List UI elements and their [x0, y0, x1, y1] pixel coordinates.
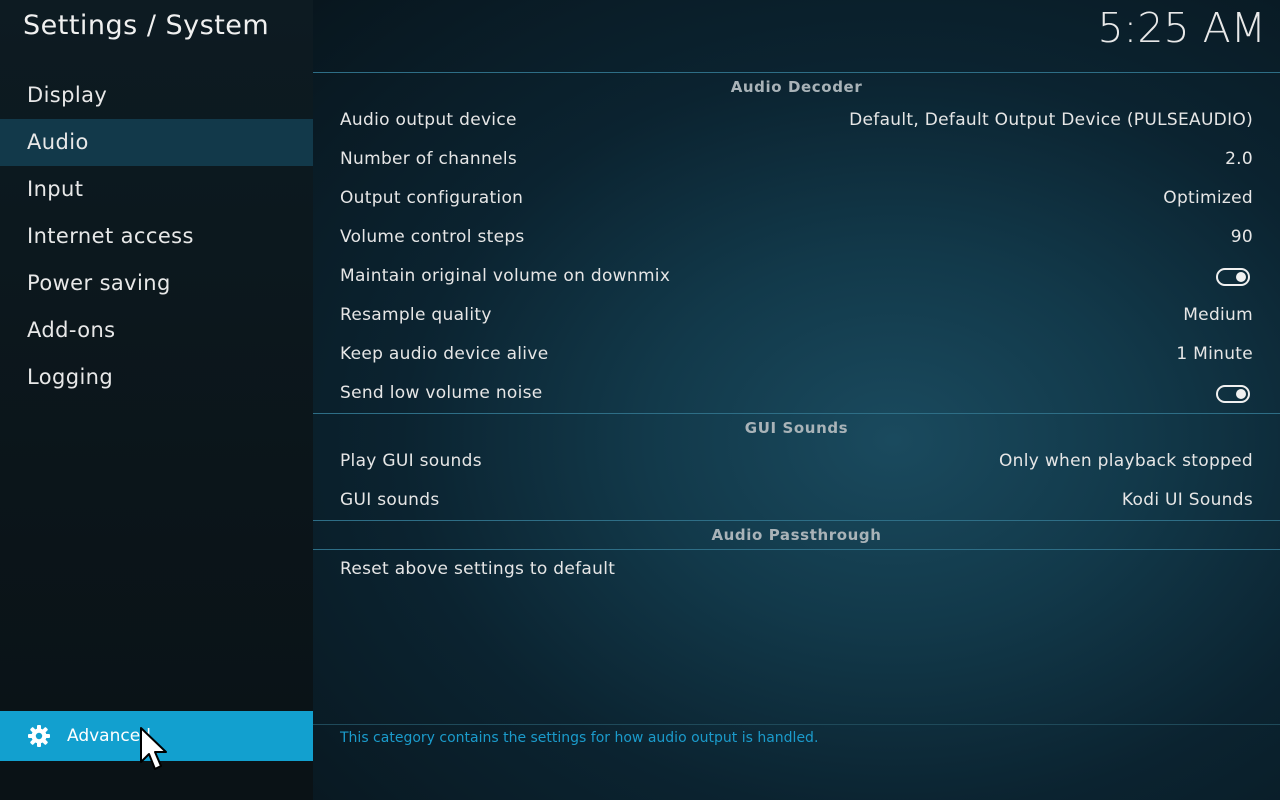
setting-reset-to-default[interactable]: Reset above settings to default: [313, 550, 1280, 589]
setting-number-of-channels[interactable]: Number of channels 2.0: [313, 140, 1280, 179]
clock: 5:25 AM: [1097, 4, 1266, 52]
section-header-audio-decoder: Audio Decoder: [730, 78, 863, 96]
settings-list: Audio Decoder Audio output device Defaul…: [313, 72, 1280, 589]
setting-play-gui-sounds[interactable]: Play GUI sounds Only when playback stopp…: [313, 442, 1280, 481]
sidebar-item-input[interactable]: Input: [0, 166, 313, 213]
gear-icon: [27, 724, 51, 748]
setting-value: Only when playback stopped: [998, 451, 1253, 471]
section-header-audio-passthrough: Audio Passthrough: [711, 526, 882, 544]
setting-label: Volume control steps: [340, 227, 525, 247]
sidebar-item-logging[interactable]: Logging: [0, 354, 313, 401]
setting-label: Reset above settings to default: [340, 559, 616, 579]
sidebar-item-display[interactable]: Display: [0, 72, 313, 119]
toggle-switch[interactable]: [1216, 268, 1250, 286]
sidebar-item-audio[interactable]: Audio: [0, 119, 313, 166]
setting-output-configuration[interactable]: Output configuration Optimized: [313, 179, 1280, 218]
sidebar-item-power-saving[interactable]: Power saving: [0, 260, 313, 307]
page-title: Settings / System: [23, 10, 270, 41]
sidebar-nav: Display Audio Input Internet access Powe…: [0, 72, 313, 401]
setting-label: Keep audio device alive: [340, 344, 549, 364]
setting-value: 90: [1230, 227, 1253, 247]
setting-label: GUI sounds: [340, 490, 440, 510]
mouse-cursor-icon: [140, 727, 167, 770]
setting-label: Output configuration: [340, 188, 524, 208]
setting-gui-sounds[interactable]: GUI sounds Kodi UI Sounds: [313, 481, 1280, 520]
sidebar-item-add-ons[interactable]: Add-ons: [0, 307, 313, 354]
setting-value: Medium: [1183, 305, 1253, 325]
section-header-gui-sounds: GUI Sounds: [744, 419, 849, 437]
setting-label: Audio output device: [340, 110, 517, 130]
footer-divider: [313, 724, 1280, 725]
setting-label: Maintain original volume on downmix: [340, 266, 671, 286]
setting-maintain-original-volume[interactable]: Maintain original volume on downmix: [313, 257, 1280, 296]
setting-resample-quality[interactable]: Resample quality Medium: [313, 296, 1280, 335]
setting-value: 2.0: [1225, 149, 1253, 169]
toggle-switch[interactable]: [1216, 385, 1250, 403]
setting-keep-audio-device-alive[interactable]: Keep audio device alive 1 Minute: [313, 335, 1280, 374]
setting-label: Play GUI sounds: [340, 451, 482, 471]
setting-label: Number of channels: [340, 149, 518, 169]
setting-label: Resample quality: [340, 305, 492, 325]
setting-audio-output-device[interactable]: Audio output device Default, Default Out…: [313, 101, 1280, 140]
sidebar-item-internet-access[interactable]: Internet access: [0, 213, 313, 260]
setting-value: Default, Default Output Device (PULSEAUD…: [849, 110, 1253, 130]
setting-value: 1 Minute: [1176, 344, 1253, 364]
setting-value: Kodi UI Sounds: [1121, 490, 1253, 510]
setting-value: Optimized: [1163, 188, 1253, 208]
toggle-knob: [1236, 272, 1246, 282]
setting-label: Send low volume noise: [340, 383, 543, 403]
setting-volume-control-steps[interactable]: Volume control steps 90: [313, 218, 1280, 257]
toggle-knob: [1236, 389, 1246, 399]
setting-send-low-volume-noise[interactable]: Send low volume noise: [313, 374, 1280, 413]
category-description: This category contains the settings for …: [340, 730, 819, 746]
kodi-settings-window: Settings / System 5:25 AM Display Audio …: [0, 0, 1280, 800]
